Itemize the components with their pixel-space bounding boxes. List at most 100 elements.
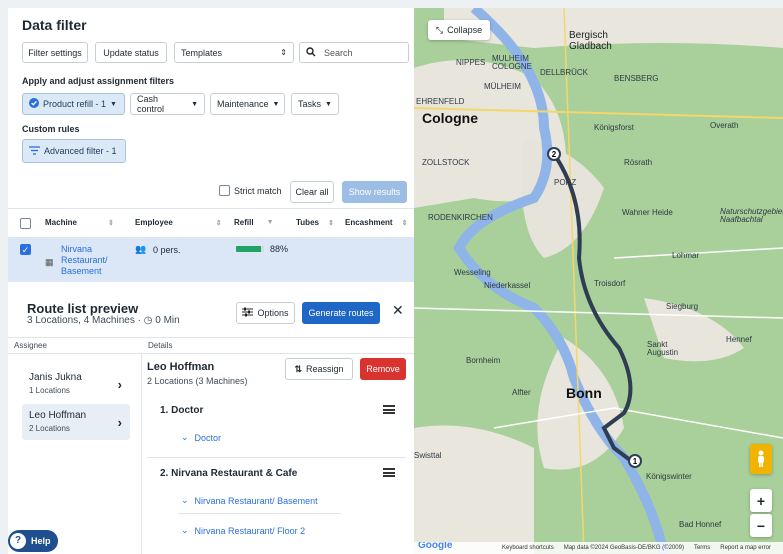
templates-select-label: Templates [181, 47, 223, 58]
help-button[interactable]: ? Help [8, 530, 58, 552]
advanced-filter-label: Advanced filter - 1 [44, 146, 117, 156]
remove-button[interactable]: Remove [360, 358, 406, 380]
filter-lines-icon [29, 145, 40, 157]
sort-desc-icon: ▼ [266, 219, 274, 226]
advanced-filter-chip[interactable]: Advanced filter - 1 [22, 139, 126, 163]
column-employee[interactable]: Employee ⇕ [135, 218, 222, 227]
sort-icon: ⇕ [215, 219, 222, 227]
employee-count: 0 pers. [153, 245, 181, 255]
row-checkbox[interactable]: ✓ [20, 244, 31, 255]
map-label-rosrath: Rösrath [624, 158, 653, 167]
map-label-rodenkirchen: RODENKIRCHEN [428, 213, 493, 222]
caret-down-icon: ▼ [191, 100, 198, 108]
chevron-down-icon: ⌄ [181, 495, 189, 505]
map-label-porz: PORZ [554, 178, 577, 187]
chevron-down-icon: ⌄ [181, 525, 189, 535]
table-row[interactable]: ✓ ▦ Nirvana Restaurant/ Basement 👥 0 per… [8, 238, 414, 282]
column-refill[interactable]: Refill ▼ [234, 218, 274, 227]
chip-product-refill[interactable]: Product refill - 1 ▼ [22, 93, 125, 115]
strict-match-toggle[interactable]: Strict match [219, 185, 282, 196]
map-label-cologne: Cologne [422, 110, 478, 126]
left-panel: Data filter Filter settings Update statu… [8, 8, 414, 554]
map-label-swisttal: Swisttal [414, 451, 442, 460]
drag-handle-icon[interactable] [383, 468, 395, 477]
chip-label: Cash control [137, 94, 165, 114]
machine-link[interactable]: Nirvana Restaurant/ Basement [61, 244, 121, 277]
assignee-item-selected[interactable]: Leo Hoffman 2 Locations › [22, 404, 130, 440]
update-status-button[interactable]: Update status [95, 42, 167, 63]
machine-icon: ▦ [45, 257, 54, 267]
machine-name: Nirvana Restaurant/ Basement [194, 495, 318, 506]
apply-filters-label: Apply and adjust assignment filters [22, 76, 175, 86]
chip-tasks[interactable]: Tasks ▼ [291, 93, 339, 115]
assignee-locations: 1 Locations [29, 386, 70, 395]
templates-select[interactable]: Templates ⇕ [174, 42, 294, 63]
machine-name: Doctor [194, 432, 222, 443]
assignee-column-header: Assignee [8, 337, 142, 354]
column-tubes[interactable]: Tubes ⇕ [296, 218, 334, 227]
refill-percent: 88% [270, 244, 289, 254]
generate-routes-button[interactable]: Generate routes [302, 302, 380, 324]
collapse-button[interactable]: ⤡ Collapse [428, 20, 490, 40]
chip-label: Product refill - 1 [43, 99, 107, 109]
search-input[interactable]: Search [299, 42, 409, 63]
keyboard-shortcuts-link[interactable]: Keyboard shortcuts [502, 545, 554, 551]
pegman-icon[interactable] [750, 444, 772, 474]
map-label-hennef: Hennef [726, 335, 752, 344]
route-duration: 0 Min [155, 315, 180, 326]
map-label-natur: Naturschutzgebiet Naafbachtal [720, 207, 783, 224]
details-column-header: Details [142, 337, 414, 354]
map-label-bonn: Bonn [566, 385, 602, 401]
machine-expand-link[interactable]: ⌄ Nirvana Restaurant/ Floor 2 [181, 525, 305, 536]
zoom-out-icon[interactable]: − [750, 514, 772, 537]
close-icon[interactable]: ✕ [392, 302, 404, 319]
map-label-mulheim: MÜLHEIM [484, 82, 521, 91]
reassign-button[interactable]: ⇅ Reassign [285, 358, 353, 380]
map-label-wahner: Wahner Heide [622, 208, 673, 217]
show-results-button[interactable]: Show results [342, 181, 407, 203]
machine-expand-link[interactable]: ⌄ Nirvana Restaurant/ Basement [181, 495, 318, 506]
clear-all-button[interactable]: Clear all [290, 181, 334, 203]
detail-assignee-name: Leo Hoffman [147, 361, 215, 373]
chip-cash-control[interactable]: Cash control ▼ [130, 93, 205, 115]
chip-maintenance[interactable]: Maintenance ▼ [210, 93, 285, 115]
terms-link[interactable]: Terms [694, 545, 710, 551]
route-preview-subtitle: 3 Locations, 4 Machines · ◷ 0 Min [27, 315, 180, 326]
strict-match-checkbox[interactable] [219, 185, 230, 196]
filter-settings-button[interactable]: Filter settings [22, 42, 88, 63]
people-icon: 👥 [135, 244, 147, 254]
assignee-name: Leo Hoffman [29, 410, 87, 421]
assignee-locations: 2 Locations [29, 424, 70, 433]
map-label-niederkassel: Niederkassel [484, 281, 531, 290]
select-all-checkbox[interactable] [20, 218, 31, 229]
machine-expand-link[interactable]: ⌄ Doctor [181, 432, 221, 443]
report-error-link[interactable]: Report a map error [720, 545, 771, 551]
route-stop-number: 1 [633, 457, 638, 466]
map-label-bergisch: Bergisch Gladbach [569, 30, 612, 52]
refill-progress [236, 246, 264, 252]
assignee-item[interactable]: Janis Jukna 1 Locations › [22, 366, 130, 402]
map-label-koenigsforst: Königsforst [594, 123, 635, 132]
zoom-in-icon[interactable]: + [750, 489, 772, 512]
chevron-right-icon: › [117, 377, 122, 392]
assignee-name: Janis Jukna [29, 372, 82, 383]
refill-progress-fill [236, 246, 261, 252]
column-encashment[interactable]: Encashment ⇕ [345, 218, 407, 227]
caret-down-icon: ▼ [325, 100, 332, 108]
drag-handle-icon[interactable] [383, 405, 395, 414]
divider [147, 457, 406, 458]
caret-down-icon: ▼ [110, 100, 117, 108]
collapse-icon: ⤡ [435, 24, 444, 35]
select-arrows-icon: ⇕ [280, 48, 287, 57]
route-stop-number: 2 [552, 150, 557, 159]
detail-assignee-summary: 2 Locations (3 Machines) [147, 376, 248, 386]
map-label-ehrenfeld: EHRENFELD [416, 97, 465, 106]
map-label-lohmar: Lohmar [672, 251, 700, 260]
route-summary: 3 Locations, 4 Machines [27, 315, 135, 326]
map-label-bornheim: Bornheim [466, 356, 501, 365]
sort-icon: ⇕ [401, 219, 408, 227]
route-map[interactable]: 2 1 ⤡ Collapse Bergisch Gladbach NIPPES … [414, 8, 783, 554]
options-button[interactable]: Options [236, 302, 295, 324]
column-machine[interactable]: Machine ⇕ [45, 218, 114, 227]
search-placeholder: Search [324, 47, 353, 58]
